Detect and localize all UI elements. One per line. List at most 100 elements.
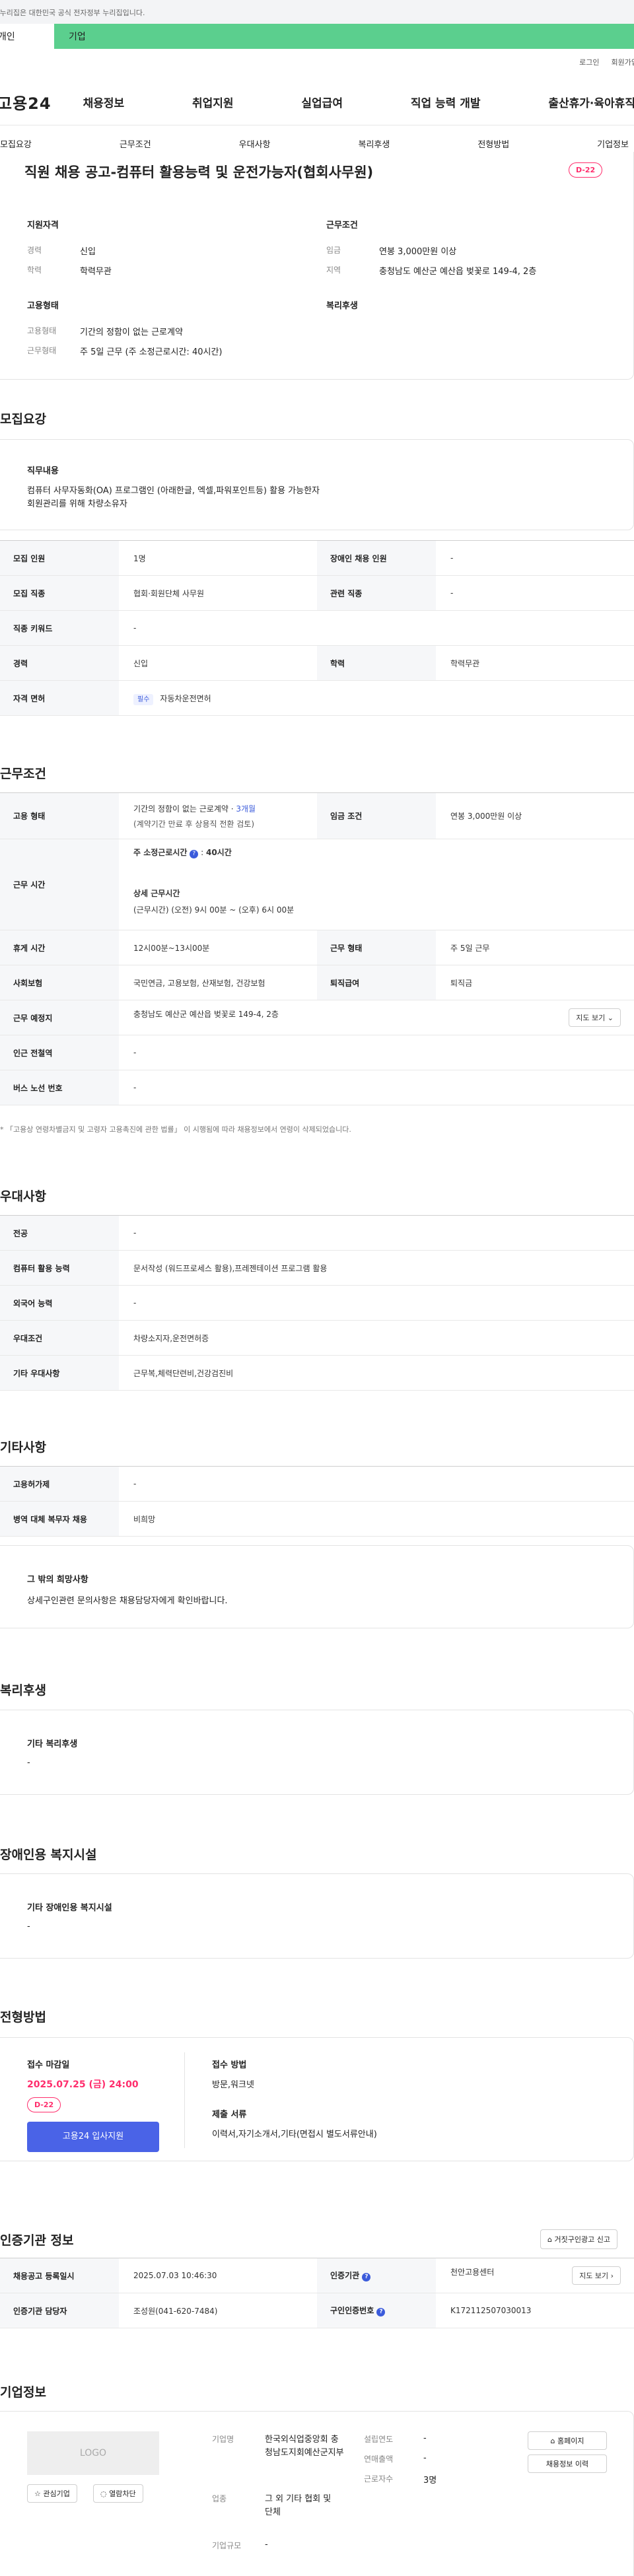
user-type-tabs: 개인 기업 (0, 24, 634, 49)
cell-label: 근무 예정지 (0, 1000, 119, 1035)
gnb-unemployment-benefit[interactable]: 실업급여 (301, 94, 343, 110)
table-row: 채용공고 등록일시 2025.07.03 10:46:30 인증기관 ? 천안고… (0, 2258, 634, 2293)
cell-label: 외국어 능력 (0, 1285, 119, 1321)
cell-label: 퇴직급여 (317, 965, 436, 1000)
fav-company-button[interactable]: ☆ 관심기업 (27, 2484, 77, 2503)
agency-title: 인증기관 정보 (0, 2233, 74, 2248)
year-value: - (423, 2433, 427, 2443)
cell-value: - (119, 1466, 634, 1502)
info-icon: ? (376, 2308, 386, 2316)
work-title: 근무조건 (0, 767, 46, 781)
table-row: 컴퓨터 활용 능력 문서작성 (워드프로세스 활용),프레젠테이션 프로그램 활용 (0, 1250, 634, 1286)
tab-personal[interactable]: 개인 (0, 24, 54, 49)
cell-value: 협회·회원단체 사무원 (119, 575, 317, 611)
company-title: 기업정보 (0, 2385, 46, 2400)
tab-company[interactable]: 기업 (54, 24, 634, 49)
wage-value: 연봉 3,000만원 이상 (379, 247, 457, 257)
cert-no-label: 구인인증번호 (330, 2306, 374, 2315)
company-name-label: 기업명 (212, 2435, 234, 2444)
gnb-jobs[interactable]: 채용정보 (83, 94, 125, 110)
agency-label: 인증기관 (330, 2271, 360, 2280)
info-icon: ? (362, 2273, 371, 2281)
docs-heading: 제출 서류 (212, 2110, 247, 2120)
apply-button[interactable]: 고용24 입사지원 (27, 2122, 159, 2152)
table-row: 경력 신입 학력 학력무관 (0, 645, 634, 681)
cell-label: 고용허가제 (0, 1466, 119, 1502)
std-hours-value: 40시간 (205, 847, 232, 857)
welfare-title: 복리후생 (0, 1683, 46, 1698)
table-row: 인근 전철역 - (0, 1035, 634, 1070)
company-box: LOGO ☆ 관심기업 ◌ 열람차단 기업명 한국외식업중앙회 충청남도지회예산… (0, 2411, 634, 2576)
cell-value: 차량소지자,운전면허증 (119, 1320, 634, 1356)
cell-value: 퇴직금 (436, 965, 634, 1000)
agency-table: 채용공고 등록일시 2025.07.03 10:46:30 인증기관 ? 천안고… (0, 2258, 634, 2328)
table-row: 기타 우대사항 근무복,체력단련비,건강검진비 (0, 1355, 634, 1391)
duty-line-1: 컴퓨터 사무자동화(OA) 프로그램인 (아래한글, 엑셀,파워포인트등) 활용… (27, 486, 320, 496)
gov-banner-text: 이 누리집은 대한민국 공식 전자정부 누리집입니다. (0, 9, 145, 17)
area-value: 충청남도 예산군 예산읍 벚꽃로 149-4, 2층 (379, 267, 537, 277)
cell-value: 2025.07.03 10:46:30 (119, 2258, 317, 2293)
cell-label: 임금 조건 (317, 792, 436, 839)
login-link[interactable]: 로그인 (579, 57, 599, 67)
wage-label: 임금 (326, 246, 341, 255)
cell-value: 연봉 3,000만원 이상 (436, 792, 634, 839)
gnb-maternity-leave[interactable]: 출산휴가·육아휴직 (548, 94, 634, 110)
duty-box: 직무내용 컴퓨터 사무자동화(OA) 프로그램인 (아래한글, 엑셀,파워포인트… (0, 439, 634, 530)
duty-heading: 직무내용 (27, 466, 59, 476)
agency-map-button[interactable]: 지도 보기 › (572, 2266, 621, 2285)
table-row: 외국어 능력 - (0, 1285, 634, 1321)
cell-label: 모집 직종 (0, 575, 119, 611)
job-history-button[interactable]: 채용정보 이력 (528, 2454, 607, 2473)
table-row: 자격 면허 필수 자동차운전면허 (0, 680, 634, 716)
cell-label: 컴퓨터 활용 능력 (0, 1250, 119, 1286)
table-row: 휴게 시간 12시00분~13시00분 근무 형태 주 5일 근무 (0, 930, 634, 965)
cell-label: 병역 대체 복무자 채용 (0, 1501, 119, 1537)
site-logo[interactable]: 고용24 (0, 90, 52, 114)
join-link[interactable]: 회원가입 (612, 57, 634, 67)
method-value: 방문,워크넷 (212, 2080, 254, 2090)
cell-value: 1명 (119, 540, 317, 576)
cell-value: - (119, 610, 634, 646)
block-view-button[interactable]: ◌ 열람차단 (93, 2484, 143, 2503)
selection-title: 전형방법 (0, 2010, 46, 2025)
homepage-button[interactable]: ⌂ 홈페이지 (528, 2431, 607, 2450)
other-request-value: 상세구인관련 문의사항은 채용담당자에게 확인바랍니다. (27, 1596, 228, 1606)
info-icon: ? (190, 849, 199, 858)
gnb-employment-support[interactable]: 취업지원 (192, 94, 234, 110)
company-name-value: 한국외식업중앙회 충청남도지회예산군지부 (265, 2435, 344, 2458)
type-note: (계약기간 만료 후 상용직 전환 검토) (133, 819, 254, 829)
detail-hours-value: (근무시간) (오전) 9시 00분 ~ (오후) 6시 00분 (133, 905, 295, 915)
house-icon: ⌂ (547, 2235, 552, 2244)
workform-value: 주 5일 근무 (주 소정근로시간: 40시간) (80, 347, 223, 357)
size-value: - (265, 2540, 268, 2550)
table-row: 근무 예정지 충청남도 예산군 예산읍 벚꽃로 149-4, 2층 지도 보기 ⌄ (0, 1000, 634, 1035)
report-button[interactable]: ⌂ 거짓구인광고 신고 (540, 2229, 617, 2249)
cell-label: 휴게 시간 (0, 930, 119, 965)
cell-value: 조성원(041-620-7484) (119, 2293, 317, 2328)
map-button[interactable]: 지도 보기 ⌄ (569, 1008, 621, 1027)
etc-table: 고용허가제 - 병역 대체 복무자 채용 비희망 (0, 1466, 634, 1537)
type-label: 고용형태 (27, 326, 57, 335)
dday-badge: D-22 (569, 162, 603, 178)
gnb-job-training[interactable]: 직업 능력 개발 (411, 94, 481, 110)
cell-label: 인근 전철역 (0, 1035, 119, 1070)
method-heading: 접수 방법 (212, 2060, 247, 2070)
cell-label: 우대조건 (0, 1320, 119, 1356)
table-row: 인증기관 담당자 조성원(041-620-7484) 구인인증번호 ? K172… (0, 2293, 634, 2328)
chevron-down-icon: ⌄ (607, 1014, 614, 1022)
cell-value: - (119, 1215, 634, 1251)
disabled-title: 장애인용 복지시설 (0, 1848, 97, 1862)
recruit-title: 모집요강 (0, 412, 46, 427)
duty-line-2: 회원관리를 위해 차량소유자 (27, 499, 127, 509)
cell-value: - (436, 540, 634, 576)
docs-value: 이력서,자기소개서,기타(면접시 별도서류안내) (212, 2130, 377, 2140)
career-label: 경력 (27, 246, 42, 255)
company-logo: LOGO (27, 2431, 159, 2475)
cell-label: 근무 형태 (317, 930, 436, 965)
deadline-heading: 접수 마감일 (27, 2060, 70, 2070)
etc-title: 기타사항 (0, 1440, 46, 1455)
type-period: 3개월 (236, 804, 256, 814)
edu-value: 학력무관 (80, 267, 112, 277)
star-icon: ☆ (34, 2489, 41, 2498)
cell-value: 비희망 (119, 1501, 634, 1537)
